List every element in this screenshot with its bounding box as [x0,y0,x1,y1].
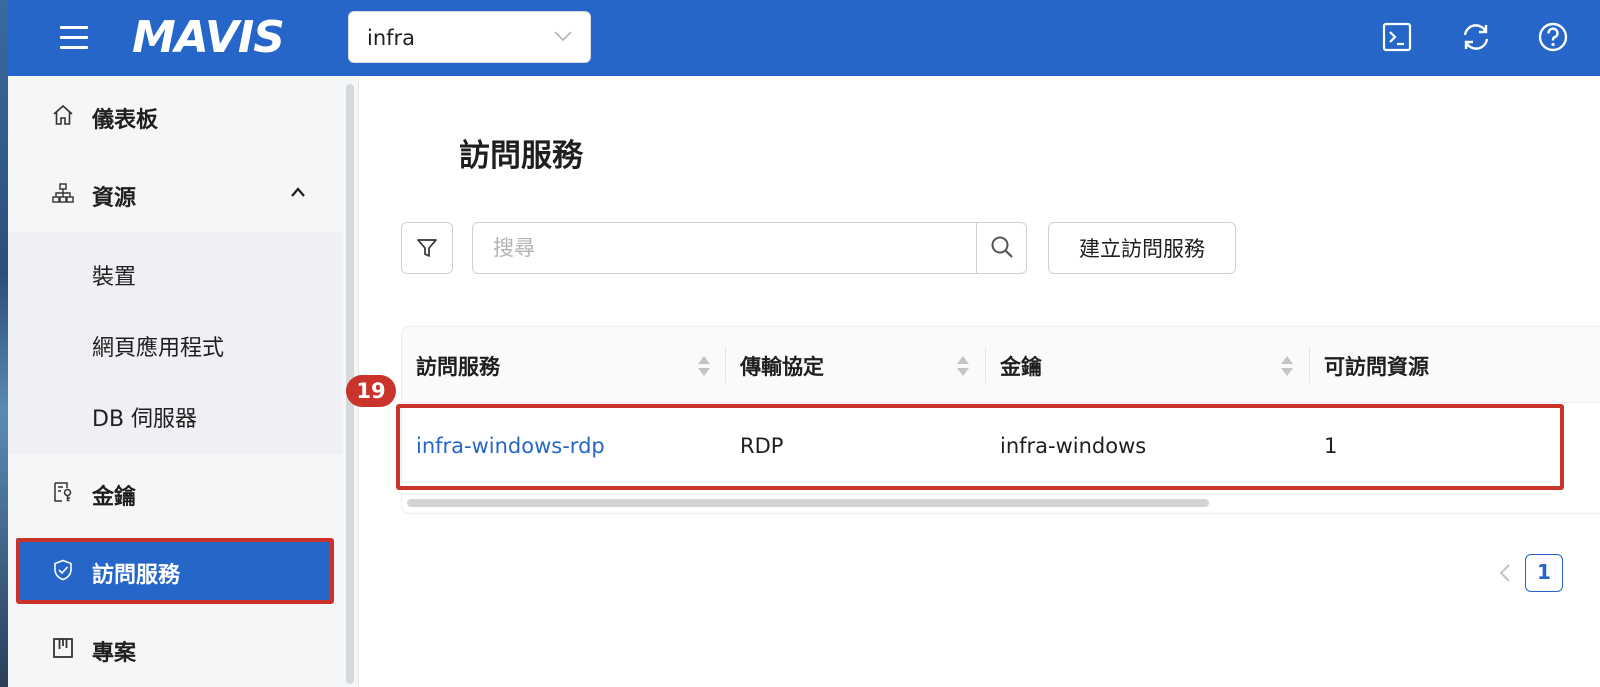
resources-cell: 1 [1324,434,1338,458]
search-box [472,222,1027,274]
column-header-protocol[interactable]: 傳輸協定 [726,327,986,403]
step-badge: 19 [346,375,396,407]
terminal-icon[interactable] [1380,20,1414,54]
menu-toggle-icon[interactable] [60,24,88,50]
sitemap-icon [52,183,74,203]
project-select-value: infra [367,26,416,50]
sidebar-subitem-devices[interactable]: 裝置 [8,235,342,307]
sidebar-subitem-db-servers[interactable]: DB 伺服器 [8,377,342,449]
sidebar-item-dashboard[interactable]: 儀表板 [8,78,342,150]
sort-icon[interactable] [1280,355,1294,377]
table-header: 訪問服務 傳輸協定 金鑰 可訪問資源 [402,327,1600,403]
filter-button[interactable] [401,222,453,274]
protocol-cell: RDP [740,434,784,458]
table-row[interactable]: infra-windows-rdp RDP infra-windows 1 [402,404,1600,490]
refresh-icon[interactable] [1459,20,1493,54]
project-select[interactable]: infra [348,11,591,63]
home-icon [53,104,73,125]
sidebar-item-label: 專案 [92,641,137,666]
sidebar-item-label: 裝置 [92,265,137,290]
search-input[interactable] [473,223,975,273]
sidebar-item-keys[interactable]: 金鑰 [8,455,342,527]
search-button[interactable] [976,223,1026,273]
desktop-background [0,0,8,687]
pagination-page-current[interactable]: 1 [1525,554,1563,592]
sidebar-item-label: 訪問服務 [92,563,181,588]
top-header: MAVIS infra [8,0,1600,76]
key-cell: infra-windows [1000,434,1147,458]
pagination-prev-icon[interactable] [1496,562,1514,584]
sidebar-item-label: 資源 [92,186,137,211]
filter-icon [417,239,437,257]
help-icon[interactable] [1536,20,1570,54]
column-header-service[interactable]: 訪問服務 [402,327,726,403]
chevron-down-icon [554,31,572,42]
app-logo: MAVIS [132,12,285,63]
sidebar-item-label: 金鑰 [92,485,137,510]
page-title: 訪問服務 [459,138,583,174]
sidebar-subitem-web-apps[interactable]: 網頁應用程式 [8,306,342,378]
project-board-icon [53,638,73,658]
sidebar-item-label: 網頁應用程式 [92,336,225,361]
service-name-link[interactable]: infra-windows-rdp [416,434,605,458]
sidebar-item-label: DB 伺服器 [92,407,198,432]
sidebar-item-projects[interactable]: 專案 [8,611,342,683]
chevron-up-icon [291,187,305,197]
access-services-table: 訪問服務 傳輸協定 金鑰 可訪問資源 infra-windows-rdp RDP… [401,326,1600,514]
sidebar-item-label: 儀表板 [92,108,159,133]
key-card-icon [54,482,72,502]
search-icon [991,236,1013,258]
create-access-service-button[interactable]: 建立訪問服務 [1048,222,1236,274]
table-horizontal-scrollbar[interactable] [407,499,1209,507]
sidebar: 儀表板 資源 裝置 網頁應用程式 DB 伺服器 金鑰 訪問服務 專案 [8,76,358,687]
shield-check-icon [54,559,72,581]
sidebar-item-access-services[interactable]: 訪問服務 [16,538,332,602]
sidebar-item-resources[interactable]: 資源 [8,156,342,228]
column-header-key[interactable]: 金鑰 [986,327,1310,403]
sort-icon[interactable] [697,355,711,377]
column-header-resources[interactable]: 可訪問資源 [1310,327,1600,403]
sort-icon[interactable] [956,355,970,377]
main-content: 訪問服務 建立訪問服務 訪問服務 傳輸協定 [358,76,1600,687]
